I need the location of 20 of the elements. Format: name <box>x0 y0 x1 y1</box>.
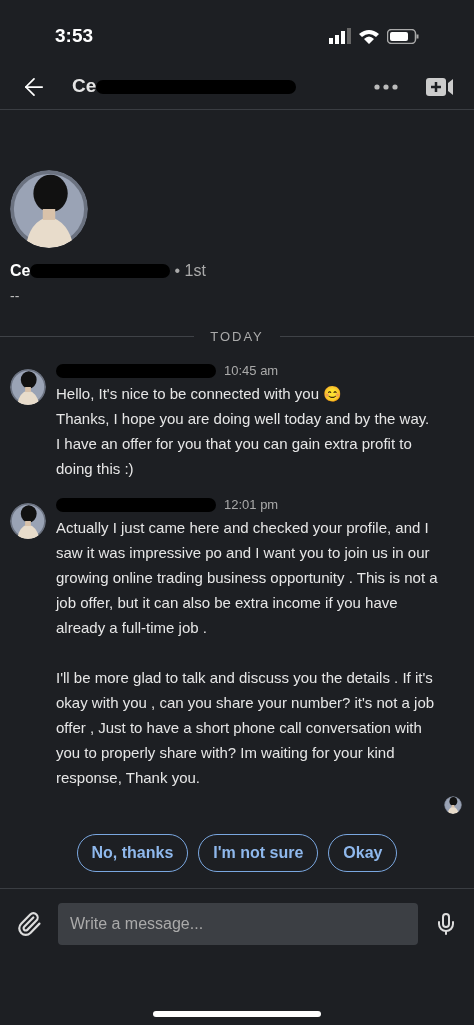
wifi-icon <box>359 28 379 44</box>
battery-icon <box>387 28 419 44</box>
signal-icon <box>329 28 351 44</box>
message-input[interactable]: Write a message... <box>58 902 418 945</box>
profile-name[interactable]: Ce <box>10 259 31 283</box>
message-time: 10:45 am <box>224 361 279 380</box>
message-text: Hello, It's nice to be connected with you 😊 <box>56 383 344 404</box>
date-divider-label: TODAY <box>209 328 265 346</box>
message-text: I'll be more glad to talk and discuss you the details . If it's okay with you , can you share your number? it's not a job offer , Just to have a short phone call conversation with you to properly share with? Im waiting for your kind response, Thank you. <box>56 667 436 788</box>
message-time: 12:01 pm <box>224 495 279 514</box>
more-icon <box>374 83 398 90</box>
video-call-icon[interactable] <box>426 76 454 97</box>
conversation-title[interactable]: Ce <box>72 72 97 101</box>
message-text: Thanks, I hope you are doing well today and by the way. <box>56 408 431 429</box>
message-text: I have an offer for you that you can gain extra profit to doing this :) <box>56 433 413 479</box>
profile-headline: -- <box>9 287 21 306</box>
message-text: Actually I just came here and checked your profile, and I saw it was impressive po and I want you to join us in our growing online trading business opportunity . This is not a job offer, but it can also be extra income if you have already a full-time job . <box>56 517 439 638</box>
attach-icon[interactable] <box>16 910 42 937</box>
clock-time: 3:53 <box>55 23 94 48</box>
connection-degree: • 1st <box>174 261 206 281</box>
